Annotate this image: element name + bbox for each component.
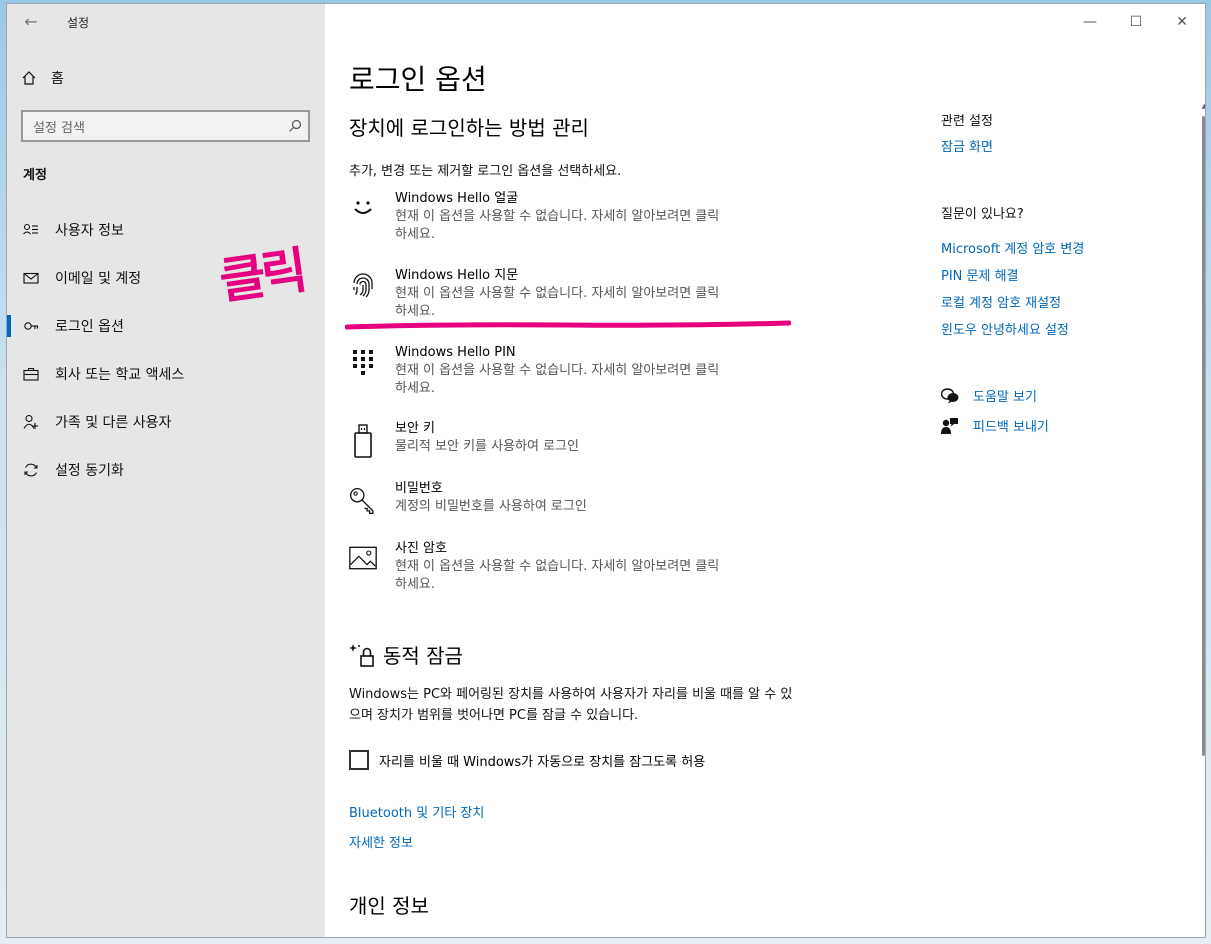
sidebar-item-sign-in-options[interactable]: 로그인 옵션	[7, 302, 325, 350]
option-desc: 물리적 보안 키를 사용하여 로그인	[395, 439, 579, 454]
option-desc: 현재 이 옵션을 사용할 수 없습니다. 자세히 알아보려면 클릭	[395, 286, 720, 301]
sidebar-item-work-school[interactable]: 회사 또는 학교 액세스	[7, 350, 325, 398]
related-heading: 관련 설정	[941, 114, 993, 129]
privacy-heading: 개인 정보	[349, 894, 429, 918]
dynamic-lock-checkbox[interactable]	[349, 750, 369, 770]
briefcase-icon	[23, 366, 39, 382]
option-desc: 하세요.	[395, 227, 436, 242]
option-title: 비밀번호	[395, 481, 443, 496]
settings-window: ← 설정 홈 설정 검색 계정 사용자 정보 이메일 및 계정 로그인 옵션 회…	[6, 3, 1206, 938]
question-heading: 질문이 있나요?	[941, 207, 1024, 222]
picture-icon	[349, 540, 377, 574]
windows-hello-setup-link[interactable]: 윈도우 안녕하세요 설정	[941, 319, 1069, 338]
option-title: Windows Hello PIN	[395, 345, 516, 360]
scrollbar[interactable]	[1202, 116, 1205, 756]
page-subtitle: 장치에 로그인하는 방법 관리	[349, 116, 589, 140]
sidebar-item-label: 가족 및 다른 사용자	[55, 415, 172, 431]
option-title: 사진 암호	[395, 541, 447, 556]
option-fingerprint[interactable]: Windows Hello 지문 현재 이 옵션을 사용할 수 없습니다. 자세…	[349, 267, 789, 321]
face-icon	[349, 190, 377, 224]
main-content: 로그인 옵션 장치에 로그인하는 방법 관리 추가, 변경 또는 제거할 로그인…	[325, 4, 1205, 937]
lock-screen-link[interactable]: 잠금 화면	[941, 136, 993, 155]
section-label: 계정	[23, 168, 47, 183]
help-icon	[941, 387, 959, 403]
search-input[interactable]: 설정 검색	[21, 110, 310, 142]
checkbox-label: 자리를 비울 때 Windows가 자동으로 장치를 잠그도록 허용	[379, 754, 706, 770]
person-add-icon	[23, 414, 39, 430]
dynamic-lock-heading: 동적 잠금	[349, 640, 463, 669]
help-link[interactable]: 도움말 보기	[941, 386, 1037, 405]
option-desc: 계정의 비밀번호를 사용하여 로그인	[395, 499, 587, 514]
option-security-key[interactable]: 보안 키 물리적 보안 키를 사용하여 로그인	[349, 420, 789, 458]
sidebar-item-label: 로그인 옵션	[55, 319, 124, 335]
handwritten-annotation: 클릭	[215, 241, 308, 311]
option-desc: 하세요.	[395, 381, 436, 396]
annotation-underline	[345, 320, 791, 330]
user-info-icon	[23, 222, 39, 238]
search-icon[interactable]	[288, 119, 302, 133]
help-label: 도움말 보기	[973, 390, 1037, 405]
pin-keypad-icon	[349, 344, 377, 378]
intro-text: 추가, 변경 또는 제거할 로그인 옵션을 선택하세요.	[349, 164, 622, 179]
dynamic-lock-desc: Windows는 PC와 페어링된 장치를 사용하여 사용자가 자리를 비울 때…	[349, 687, 793, 723]
fingerprint-icon	[349, 267, 377, 301]
dynamic-lock-icon	[349, 643, 374, 667]
sidebar-item-family[interactable]: 가족 및 다른 사용자	[7, 398, 325, 446]
sidebar-item-sync[interactable]: 설정 동기화	[7, 446, 325, 494]
key-icon	[23, 318, 39, 334]
home-icon	[22, 71, 36, 85]
sidebar-item-label: 이메일 및 계정	[55, 271, 142, 287]
option-desc: 현재 이 옵션을 사용할 수 없습니다. 자세히 알아보려면 클릭	[395, 559, 720, 574]
pin-troubleshoot-link[interactable]: PIN 문제 해결	[941, 265, 1019, 284]
option-face[interactable]: Windows Hello 얼굴 현재 이 옵션을 사용할 수 없습니다. 자세…	[349, 190, 789, 244]
option-desc: 하세요.	[395, 577, 436, 592]
page-title: 로그인 옵션	[349, 63, 487, 96]
back-arrow-icon[interactable]: ←	[21, 12, 41, 32]
password-key-icon	[349, 480, 377, 515]
bluetooth-link[interactable]: Bluetooth 및 기타 장치	[349, 802, 484, 821]
sync-icon	[23, 462, 39, 478]
dynamic-lock-checkbox-row[interactable]: 자리를 비울 때 Windows가 자동으로 장치를 잠그도록 허용	[349, 750, 705, 770]
sidebar: ← 설정 홈 설정 검색 계정 사용자 정보 이메일 및 계정 로그인 옵션 회…	[7, 4, 325, 937]
search-placeholder: 설정 검색	[33, 120, 85, 136]
app-title: 설정	[67, 16, 90, 30]
sidebar-item-label: 사용자 정보	[55, 223, 124, 239]
dynamic-lock-title: 동적 잠금	[383, 644, 463, 668]
change-ms-password-link[interactable]: Microsoft 계정 암호 변경	[941, 238, 1084, 257]
feedback-icon	[941, 417, 958, 434]
title-bar: ← 설정	[7, 4, 325, 40]
mail-icon	[23, 270, 39, 286]
option-title: Windows Hello 얼굴	[395, 191, 519, 206]
option-title: Windows Hello 지문	[395, 268, 519, 283]
usb-key-icon	[349, 420, 377, 458]
option-password[interactable]: 비밀번호 계정의 비밀번호를 사용하여 로그인	[349, 480, 789, 516]
option-desc: 현재 이 옵션을 사용할 수 없습니다. 자세히 알아보려면 클릭	[395, 209, 720, 224]
sidebar-item-label: 설정 동기화	[55, 463, 124, 479]
option-picture-password[interactable]: 사진 암호 현재 이 옵션을 사용할 수 없습니다. 자세히 알아보려면 클릭 …	[349, 540, 789, 594]
scroll-up-icon[interactable]: ▲	[1202, 102, 1205, 110]
option-desc: 하세요.	[395, 304, 436, 319]
home-label: 홈	[51, 71, 64, 87]
home-link[interactable]: 홈	[21, 68, 64, 88]
option-pin[interactable]: Windows Hello PIN 현재 이 옵션을 사용할 수 없습니다. 자…	[349, 344, 789, 398]
feedback-link[interactable]: 피드백 보내기	[941, 416, 1049, 435]
feedback-label: 피드백 보내기	[973, 420, 1049, 435]
reset-local-password-link[interactable]: 로컬 계정 암호 재설정	[941, 292, 1061, 311]
sidebar-item-label: 회사 또는 학교 액세스	[55, 367, 185, 383]
more-info-link[interactable]: 자세한 정보	[349, 832, 413, 851]
option-title: 보안 키	[395, 421, 436, 436]
option-desc: 현재 이 옵션을 사용할 수 없습니다. 자세히 알아보려면 클릭	[395, 363, 720, 378]
